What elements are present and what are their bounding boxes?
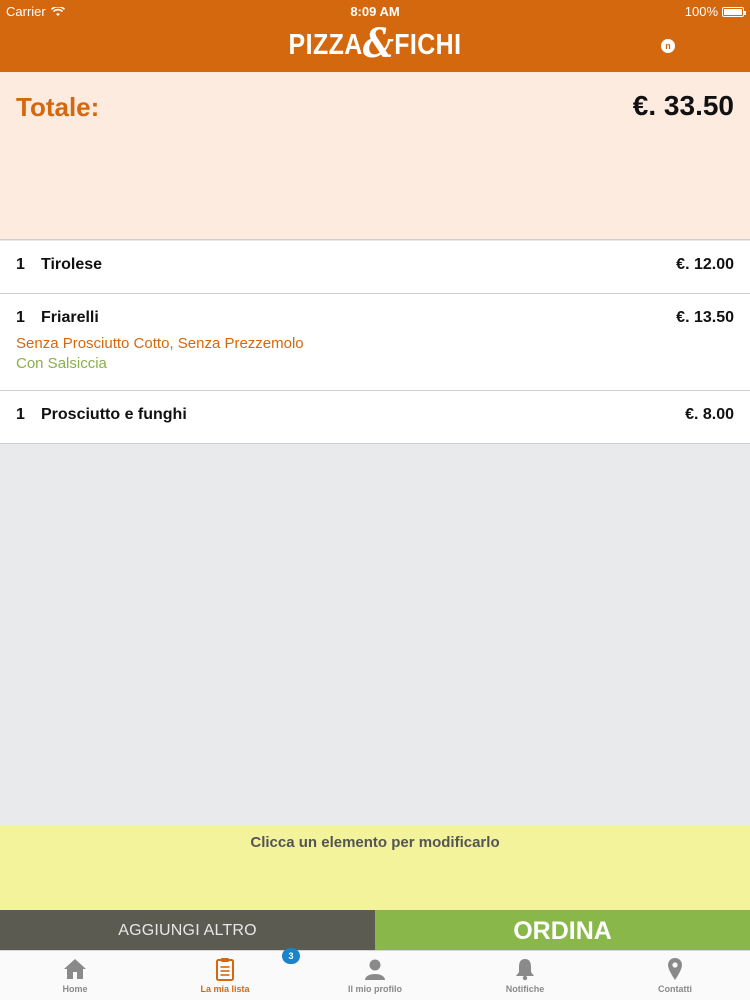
user-icon bbox=[365, 959, 385, 980]
order-item-name: Friarelli bbox=[41, 309, 99, 326]
order-item-price: €. 12.00 bbox=[676, 256, 734, 273]
tab-notifications[interactable]: Notifiche bbox=[450, 951, 600, 1000]
status-bar: Carrier 8:09 AM 100% bbox=[0, 0, 750, 20]
logo-left: PIZZA bbox=[288, 29, 363, 61]
order-item-title: 1 Friarelli bbox=[16, 308, 99, 328]
order-item-title: 1 Prosciutto e funghi bbox=[16, 405, 187, 425]
order-item-price: €. 13.50 bbox=[676, 309, 734, 326]
tab-label-home: Home bbox=[62, 984, 88, 994]
tab-label-my-profile: Il mio profilo bbox=[348, 984, 402, 994]
order-item-row[interactable]: 1 Friarelli €. 13.50 Senza Prosciutto Cot… bbox=[0, 294, 750, 391]
order-item-removed-ingredients: Senza Prosciutto Cotto, Senza Prezzemolo bbox=[16, 335, 304, 352]
order-button[interactable]: ORDINA bbox=[375, 910, 750, 950]
status-right: 100% bbox=[684, 4, 746, 19]
clipboard-icon bbox=[216, 958, 234, 981]
battery-icon bbox=[722, 6, 746, 17]
app-header: Carrier 8:09 AM 100% PIZZA&FICHI n bbox=[0, 0, 750, 72]
order-item-qty: 1 bbox=[16, 309, 25, 326]
order-item-added-ingredients: Con Salsiccia bbox=[16, 355, 107, 372]
order-item-price: €. 8.00 bbox=[685, 406, 734, 423]
order-item-name: Tirolese bbox=[41, 256, 103, 273]
action-bar: AGGIUNGI ALTRO ORDINA bbox=[0, 910, 750, 950]
battery-percent: 100% bbox=[684, 4, 718, 19]
order-item-qty: 1 bbox=[16, 406, 25, 423]
tab-my-list[interactable]: La mia lista bbox=[150, 951, 300, 1000]
total-value: €. 33.50 bbox=[632, 90, 734, 121]
total-label: Totale: bbox=[16, 92, 100, 122]
logo-right: FICHI bbox=[394, 29, 462, 61]
order-item-name: Prosciutto e funghi bbox=[41, 406, 187, 423]
tab-label-contacts: Contatti bbox=[658, 984, 692, 994]
order-item-row[interactable]: 1 Prosciutto e funghi €. 8.00 bbox=[0, 391, 750, 444]
order-item-head: 1 Tirolese €. 12.00 bbox=[16, 255, 734, 275]
tab-label-notifications: Notifiche bbox=[505, 984, 545, 994]
order-item-row[interactable]: 1 Tirolese €. 12.00 bbox=[0, 241, 750, 294]
order-item-head: 1 Prosciutto e funghi €. 8.00 bbox=[16, 405, 734, 425]
order-list: 1 Tirolese €. 12.00 1 Friarelli €. 13.50 S… bbox=[0, 241, 750, 444]
order-item-qty: 1 bbox=[16, 256, 25, 273]
home-icon bbox=[64, 959, 86, 979]
status-time: 8:09 AM bbox=[350, 4, 400, 19]
total-panel: Totale: €. 33.50 bbox=[0, 72, 750, 240]
logo-ampersand: & bbox=[362, 20, 395, 67]
tab-my-profile[interactable]: Il mio profilo bbox=[300, 951, 450, 1000]
bell-icon bbox=[516, 959, 534, 981]
edit-hint-banner: Clicca un elemento per modificarlo bbox=[0, 826, 750, 910]
order-item-head: 1 Friarelli €. 13.50 bbox=[16, 308, 734, 328]
header-app-icon[interactable]: n bbox=[661, 39, 675, 53]
tab-contacts[interactable]: Contatti bbox=[600, 951, 750, 1000]
tab-home[interactable]: Home bbox=[0, 951, 150, 1000]
tab-bar: Home La mia lista Il mio profilo Notific… bbox=[0, 950, 750, 1000]
map-pin-icon bbox=[668, 958, 682, 980]
add-more-button[interactable]: AGGIUNGI ALTRO bbox=[0, 910, 375, 950]
app-logo: PIZZA&FICHI bbox=[53, 24, 698, 65]
tab-label-my-list: La mia lista bbox=[200, 984, 250, 994]
list-count-badge: 3 bbox=[282, 948, 300, 964]
order-item-title: 1 Tirolese bbox=[16, 255, 102, 275]
